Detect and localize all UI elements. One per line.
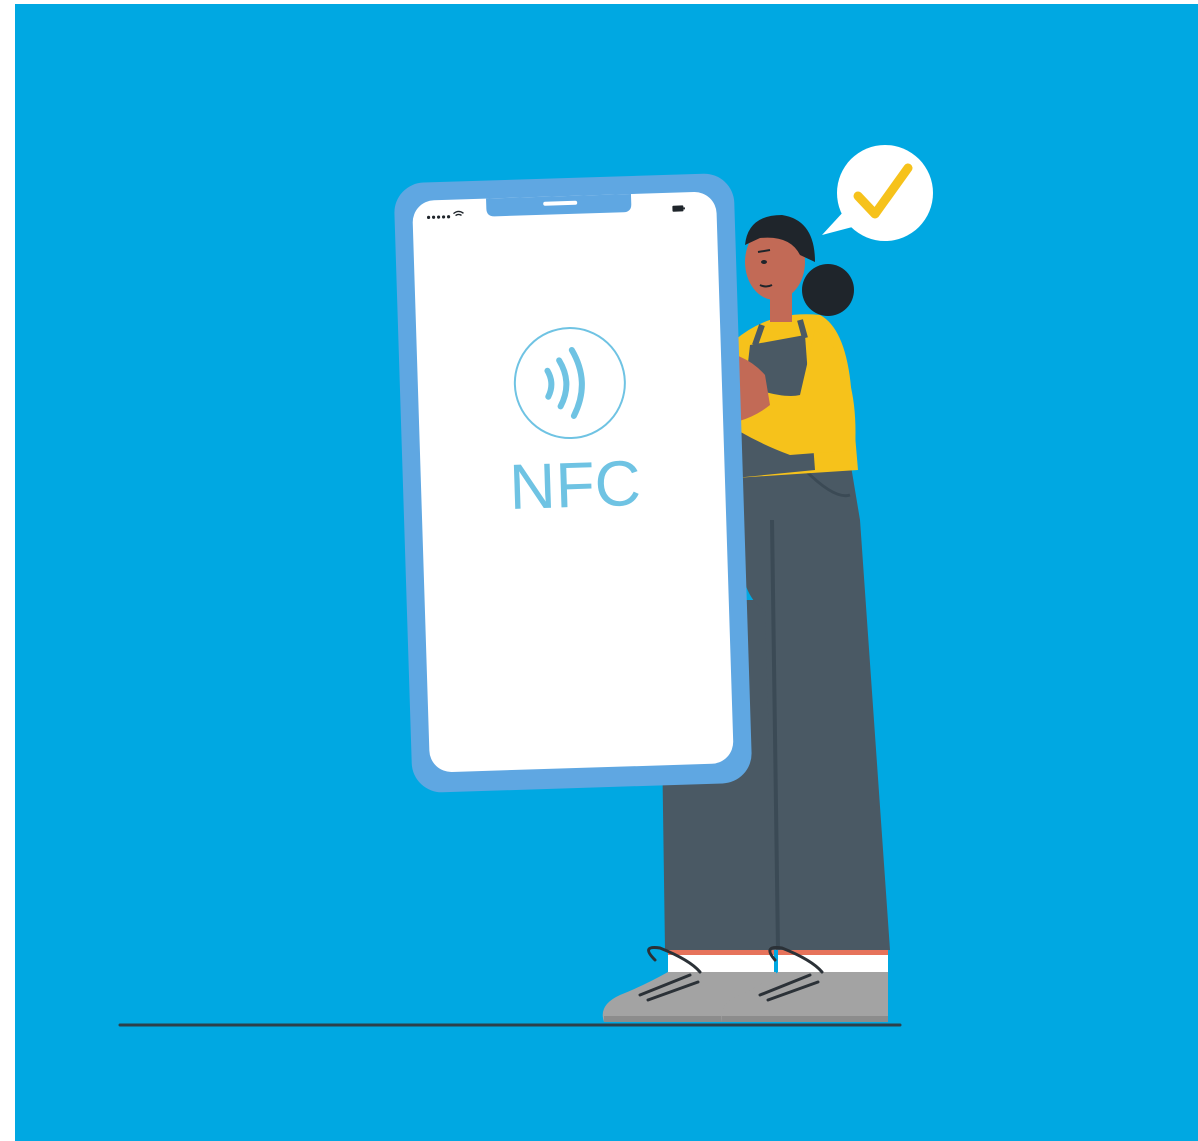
nfc-label: NFC <box>508 447 642 523</box>
right-shoe-sole <box>722 1016 888 1022</box>
hair-bun <box>802 264 854 316</box>
eye <box>761 260 767 264</box>
illustration-scene: NFC <box>0 0 1198 1141</box>
illustration-canvas: NFC <box>15 4 1198 1141</box>
battery-icon <box>672 205 685 212</box>
phone: NFC <box>394 173 752 793</box>
left-sock-stripe <box>668 950 774 955</box>
